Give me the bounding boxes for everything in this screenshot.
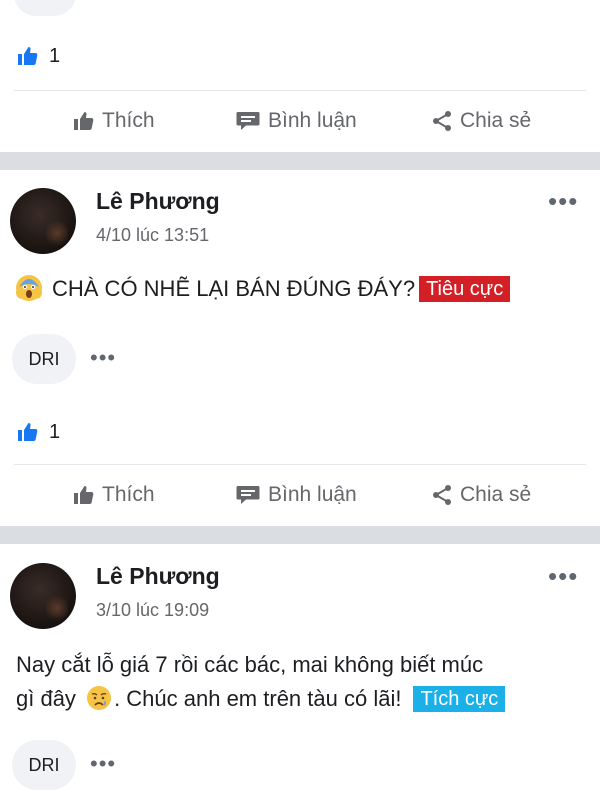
post-divider: [0, 152, 600, 170]
thumbs-up-icon: [74, 486, 94, 504]
author-name[interactable]: Lê Phương: [96, 188, 220, 215]
post-text: CHÀ CÓ NHẼ LẠI BÁN ĐÚNG ĐÁY? Tiêu cực: [16, 272, 511, 306]
scream-emoji: [16, 275, 42, 301]
more-options-icon[interactable]: •••: [548, 563, 578, 589]
like-icon: [18, 47, 38, 65]
share-icon: [433, 111, 451, 131]
post-text-fragment: . Chúc anh em trên tàu có lãi!: [114, 686, 402, 711]
share-label: Chia sẻ: [460, 483, 532, 506]
feed: 1 Thích Bình luận Chia sẻ Lê Phương 4/10…: [0, 0, 600, 800]
like-summary[interactable]: 1: [16, 420, 60, 444]
like-button[interactable]: Thích: [72, 109, 155, 133]
sad-face-emoji: [86, 685, 112, 711]
like-label: Thích: [102, 483, 155, 506]
sentiment-badge: Tiêu cực: [419, 276, 511, 302]
comment-button[interactable]: Bình luận: [236, 109, 357, 133]
comment-label: Bình luận: [268, 483, 357, 506]
action-bar: Thích Bình luận Chia sẻ: [0, 464, 600, 526]
like-summary[interactable]: 1: [16, 44, 60, 68]
comment-bubble[interactable]: [14, 0, 76, 16]
comment-icon: [236, 486, 260, 504]
like-count-value: 1: [49, 420, 61, 443]
comment-icon: [236, 112, 260, 130]
thumbs-up-icon: [74, 112, 94, 130]
author-name[interactable]: Lê Phương: [96, 563, 220, 590]
comment-label: Bình luận: [268, 109, 357, 132]
like-icon: [18, 423, 38, 441]
post-text-fragment: gì đây: [16, 686, 76, 711]
sentiment-badge: Tích cực: [413, 686, 506, 712]
post-divider: [0, 526, 600, 544]
post-timestamp[interactable]: 4/10 lúc 13:51: [96, 225, 209, 246]
post-timestamp[interactable]: 3/10 lúc 19:09: [96, 600, 209, 621]
comment-more-icon[interactable]: •••: [90, 347, 116, 369]
like-label: Thích: [102, 109, 155, 132]
share-icon: [433, 485, 451, 505]
share-label: Chia sẻ: [460, 109, 532, 132]
post-text: Nay cắt lỗ giá 7 rồi các bác, mai không …: [16, 648, 586, 716]
comment-button[interactable]: Bình luận: [236, 483, 357, 507]
avatar[interactable]: [10, 188, 76, 254]
comment-preview[interactable]: DRI: [12, 334, 76, 384]
post-text-content: CHÀ CÓ NHẼ LẠI BÁN ĐÚNG ĐÁY?: [52, 276, 416, 301]
share-button[interactable]: Chia sẻ: [430, 109, 531, 133]
like-button[interactable]: Thích: [72, 483, 155, 507]
post-text-line: Nay cắt lỗ giá 7 rồi các bác, mai không …: [16, 652, 484, 677]
comment-preview[interactable]: DRI: [12, 740, 76, 790]
more-options-icon[interactable]: •••: [548, 188, 578, 214]
comment-more-icon[interactable]: •••: [90, 753, 116, 775]
action-bar: Thích Bình luận Chia sẻ: [0, 90, 600, 152]
avatar[interactable]: [10, 563, 76, 629]
like-count-value: 1: [49, 44, 61, 67]
post-text-line: gì đây . Chúc anh em trên tàu có lãi! Tíc…: [16, 682, 586, 716]
share-button[interactable]: Chia sẻ: [430, 483, 531, 507]
